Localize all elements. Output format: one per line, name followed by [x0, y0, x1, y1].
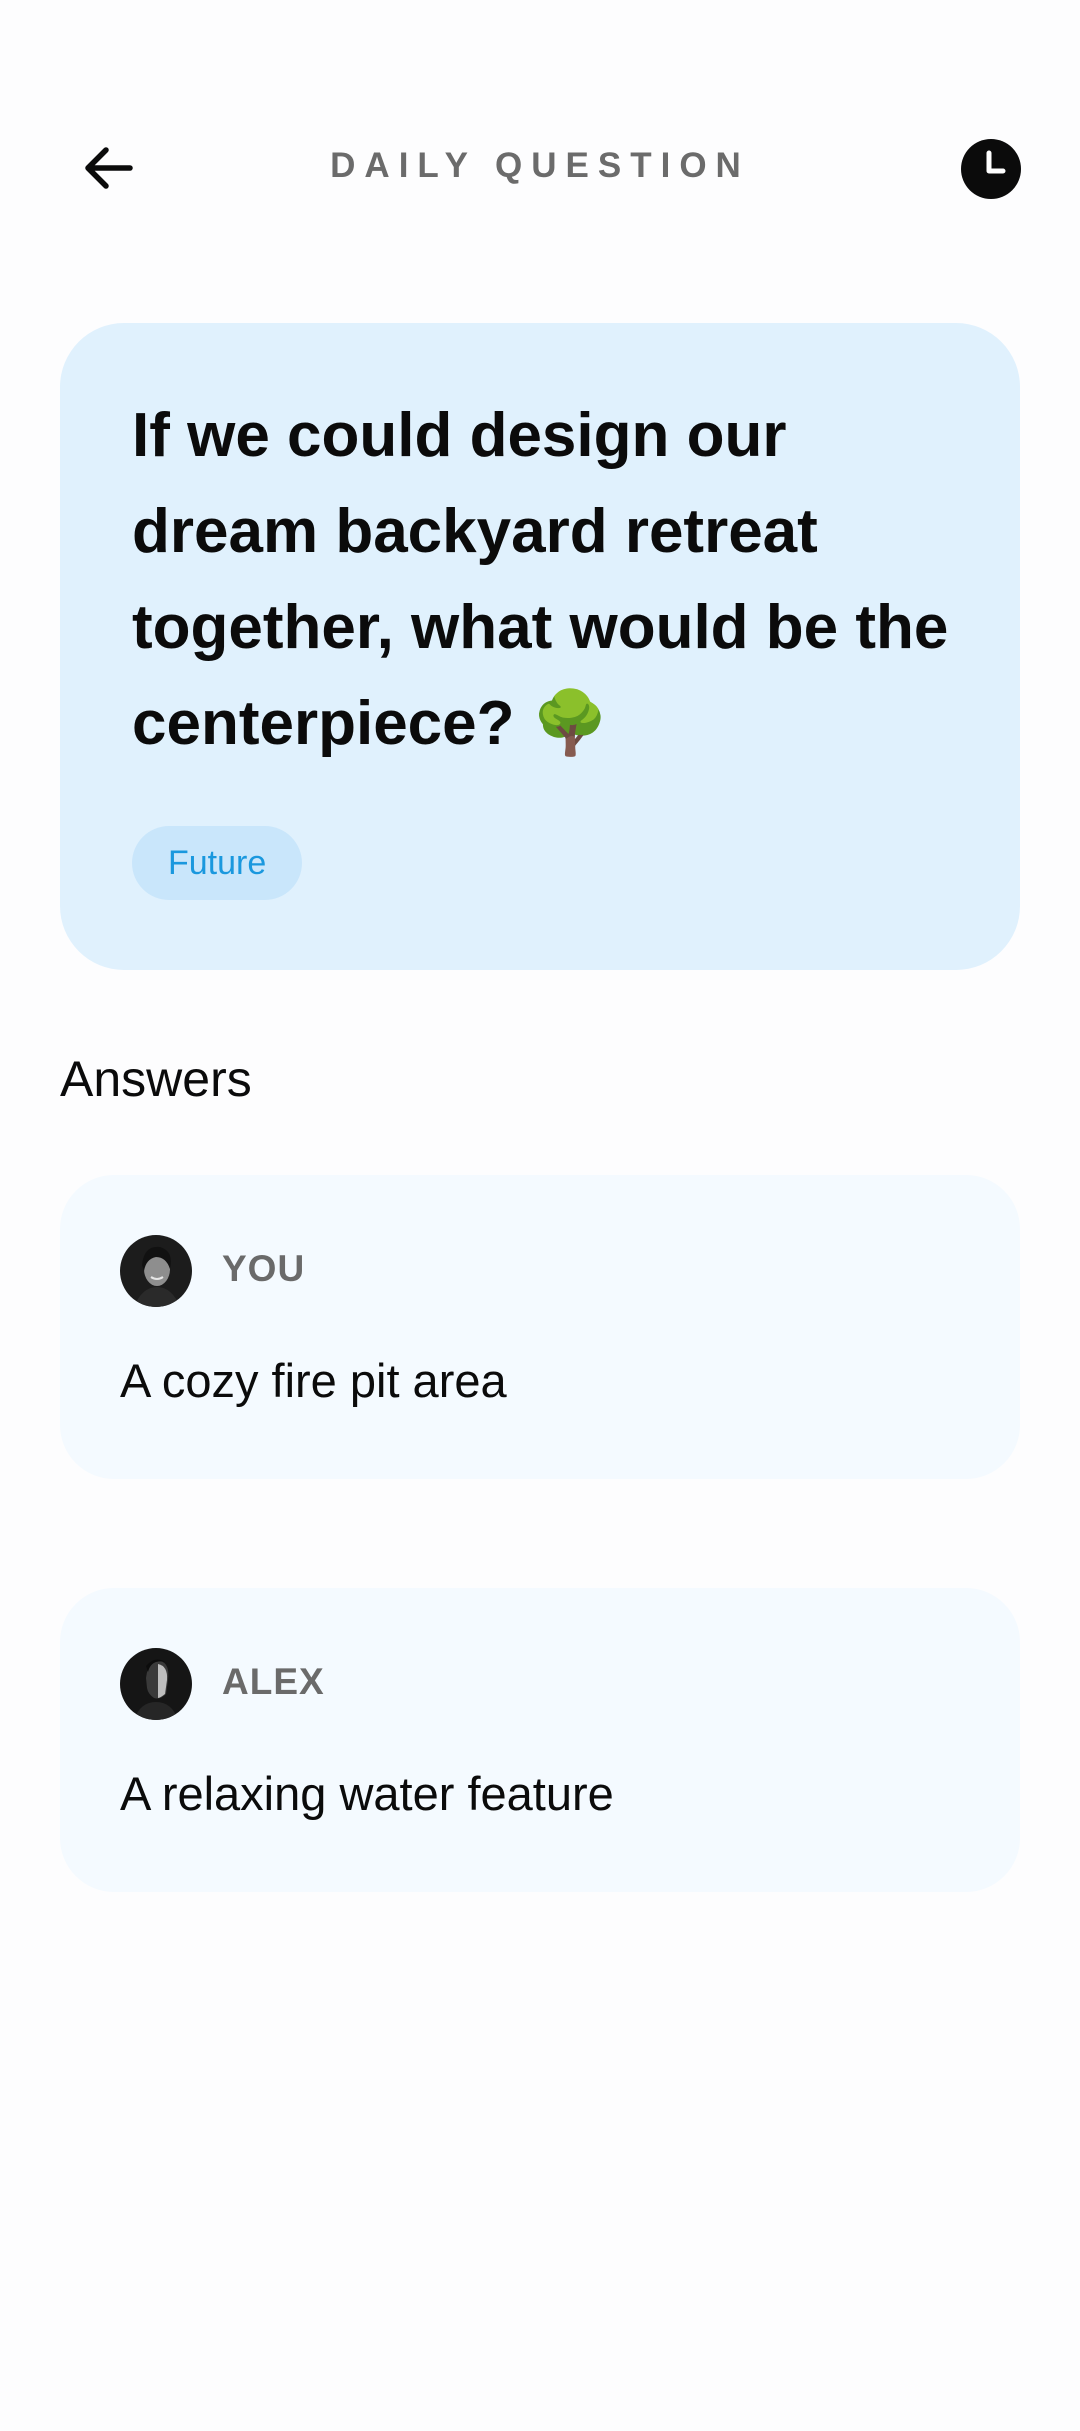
answer-text: A cozy fire pit area — [120, 1354, 507, 1407]
top-bar: DAILY QUESTION — [0, 110, 1080, 220]
answer-card-you: YOU A cozy fire pit area — [60, 1175, 1020, 1479]
question-text: If we could design our dream backyard re… — [132, 401, 949, 758]
avatar-you — [120, 1235, 192, 1307]
answer-author: YOU — [222, 1248, 306, 1289]
history-button[interactable] — [956, 134, 1026, 204]
question-card: If we could design our dream backyard re… — [60, 323, 1020, 970]
answer-author: ALEX — [222, 1661, 325, 1702]
page-title: DAILY QUESTION — [330, 146, 750, 185]
answers-heading: Answers — [60, 1051, 252, 1107]
clock-icon — [961, 139, 1021, 199]
answer-card-alex: ALEX A relaxing water feature — [60, 1588, 1020, 1892]
category-tag: Future — [132, 826, 303, 900]
answer-text: A relaxing water feature — [120, 1767, 614, 1820]
avatar-alex — [120, 1648, 192, 1720]
